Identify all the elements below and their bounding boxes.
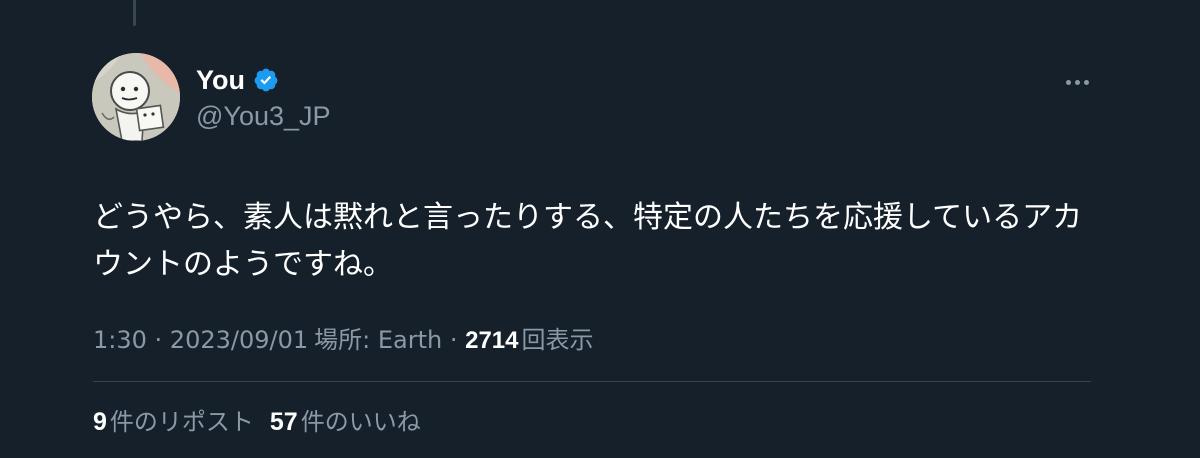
- likes-label: 件のいいね: [300, 408, 421, 436]
- reposts-label: 件のリポスト: [109, 408, 254, 436]
- more-horizontal-icon: [1065, 79, 1071, 85]
- verified-badge-icon: [254, 68, 278, 92]
- avatar[interactable]: [92, 53, 180, 141]
- author-handle[interactable]: @You3_JP: [196, 100, 331, 132]
- views-label: 回表示: [521, 326, 594, 354]
- more-options-button[interactable]: [1060, 68, 1094, 96]
- tweet-time[interactable]: 1:30: [93, 322, 147, 358]
- author-display-name[interactable]: You: [196, 64, 245, 96]
- thread-connector-line: [133, 0, 136, 26]
- tweet-date[interactable]: 2023/09/01: [170, 322, 308, 358]
- views-count: 2714: [465, 327, 519, 354]
- tweet-stats: 9 件のリポスト 57 件のいいね: [93, 404, 421, 440]
- more-horizontal-icon-dot: [1074, 79, 1080, 85]
- meta-separator: ·: [442, 326, 466, 354]
- tweet-location: 場所: Earth: [314, 326, 443, 354]
- tweet-text: どうやら、素人は黙れと言ったりする、特定の人たちを応援しているアカ ウントのよう…: [93, 200, 1083, 282]
- likes-count: 57: [269, 408, 298, 436]
- likes-stat[interactable]: 57 件のいいね: [270, 404, 421, 440]
- divider: [93, 381, 1091, 382]
- author-name-row[interactable]: You: [196, 64, 279, 96]
- tweet-meta: 1:30 · 2023/09/01 場所: Earth · 2714 回表示: [93, 322, 593, 359]
- reposts-count: 9: [93, 408, 107, 436]
- avatar-image: [92, 53, 180, 141]
- reposts-stat[interactable]: 9 件のリポスト: [93, 404, 254, 440]
- more-horizontal-icon-dot: [1083, 79, 1089, 85]
- meta-separator: ·: [146, 326, 170, 354]
